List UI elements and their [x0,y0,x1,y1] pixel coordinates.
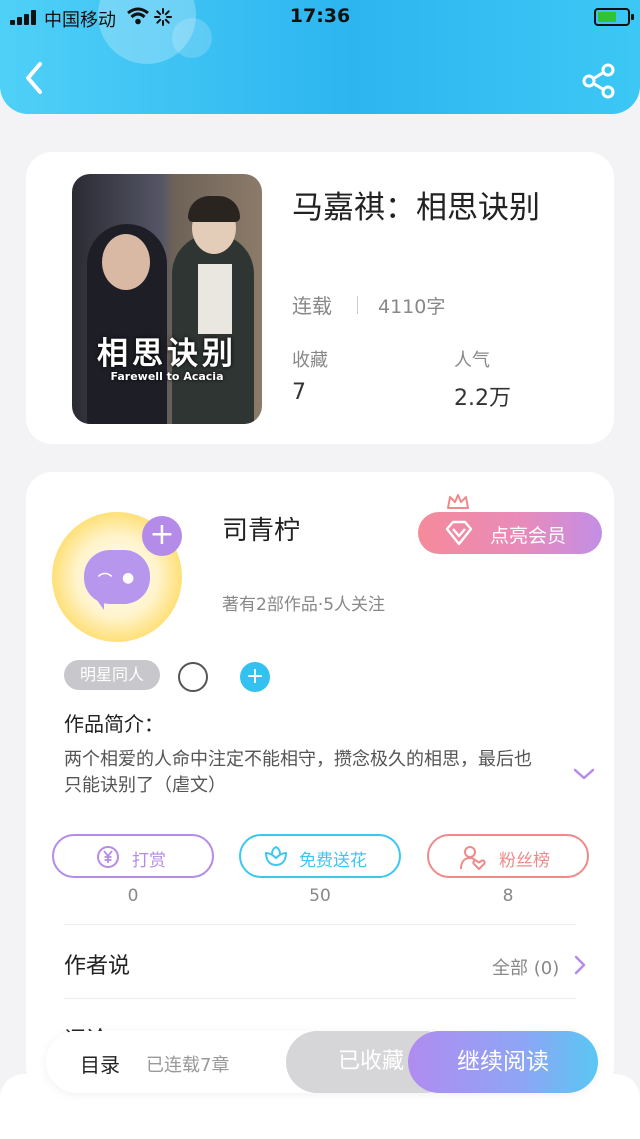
follow-plus-button[interactable]: + [142,516,182,556]
reward-button[interactable]: 打赏 [52,834,214,878]
flower-icon [265,845,287,866]
share-icon[interactable] [580,62,618,100]
chevron-down-icon[interactable] [572,766,596,782]
fan-user-icon [460,846,486,870]
book-title: 马嘉祺：相思诀别 [292,190,540,226]
cover-title: 相思诀别 [97,336,237,372]
divider [357,296,358,314]
fan-count: 8 [502,886,514,906]
send-flower-button[interactable]: 免费送花 [239,834,401,878]
intro-heading: 作品简介： [64,712,164,736]
chapter-count: 已连载7章 [146,1055,230,1076]
intro-text: 两个相爱的人命中注定不能相守，攒念极久的相思，最后也只能诀别了（虐文） [64,749,532,796]
continue-reading-button[interactable]: 继续阅读 [408,1031,598,1093]
add-tag-button[interactable]: + [240,662,270,692]
author-card: ⌒ ● + 司青柠 著有2部作品·5人关注 点亮会员 明星同人 + 作品简介： … [26,472,614,1092]
reward-label: 打赏 [132,851,166,871]
author-says-all[interactable]: 全部 (0) [492,954,559,980]
empty-circle-button[interactable] [178,662,208,692]
divider [64,998,576,999]
chevron-right-icon[interactable] [572,954,588,976]
genre-tag[interactable]: 明星同人 [64,660,160,690]
header: 中国移动 17:36 [0,0,640,114]
author-name[interactable]: 司青柠 [222,510,300,547]
vip-button[interactable]: 点亮会员 [418,512,602,554]
crown-icon [447,494,469,509]
favorites-label: 收藏 [292,350,328,371]
word-count: 4110字 [378,296,446,318]
send-flower-label: 免费送花 [299,851,367,871]
status-bar: 中国移动 17:36 [0,0,640,36]
bottom-action-bar: 目录 已连载7章 已收藏 继续阅读 [46,1031,598,1093]
divider [64,924,576,925]
back-arrow-icon[interactable] [20,58,50,98]
cover-subtitle: Farewell to Acacia [110,370,224,383]
yuan-icon [97,846,119,868]
fan-ranking-button[interactable]: 粉丝榜 [427,834,589,878]
reward-count: 0 [127,886,139,906]
serial-status: 连载 [292,294,332,318]
favorites-value: 7 [292,380,306,405]
popularity-label: 人气 [454,350,490,371]
diamond-icon [445,520,473,546]
flower-count: 50 [309,886,331,906]
battery-icon [594,8,634,26]
chat-bubble-icon: ⌒ ● [84,550,150,610]
book-cover[interactable]: 相思诀别 Farewell to Acacia [72,174,262,424]
author-meta: 著有2部作品·5人关注 [222,595,386,615]
toc-button[interactable]: 目录 [80,1049,120,1078]
vip-label: 点亮会员 [490,525,567,547]
book-info-card: 相思诀别 Farewell to Acacia 马嘉祺：相思诀别 连载 4110… [26,152,614,444]
popularity-value: 2.2万 [454,386,511,411]
fan-ranking-label: 粉丝榜 [499,851,550,871]
clock: 17:36 [289,5,351,27]
author-says-label[interactable]: 作者说 [64,948,130,980]
